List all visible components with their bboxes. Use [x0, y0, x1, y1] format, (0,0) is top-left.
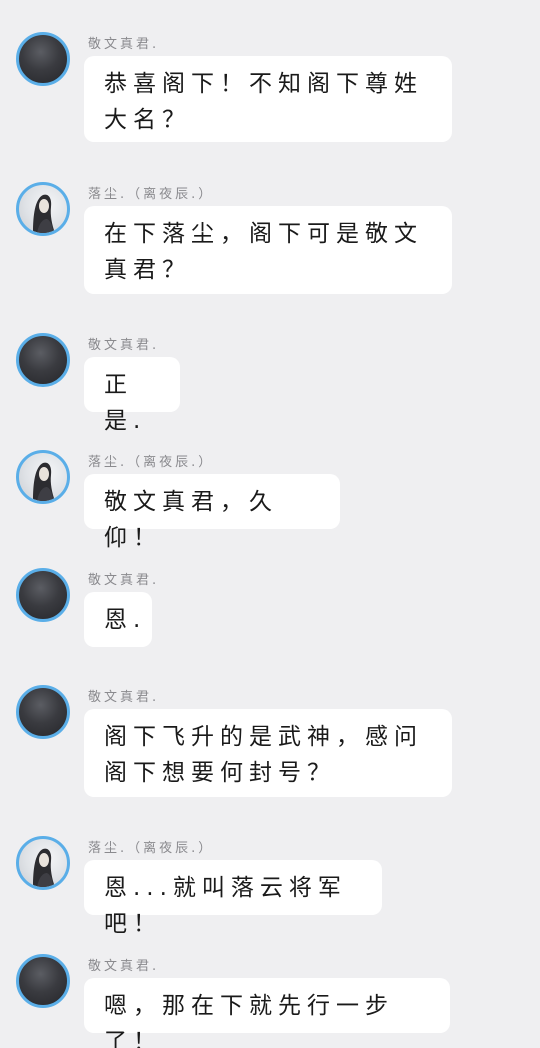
portrait-icon — [33, 462, 55, 501]
avatar[interactable] — [16, 685, 70, 739]
avatar[interactable] — [16, 32, 70, 86]
sender-name: 敬文真君. — [88, 37, 160, 52]
message-bubble[interactable]: 在下落尘，阁下可是敬文真君？ — [84, 206, 452, 294]
sender-name: 敬文真君. — [88, 338, 160, 353]
message-bubble[interactable]: 恩. — [84, 592, 152, 647]
sender-name: 敬文真君. — [88, 573, 160, 588]
message-bubble[interactable]: 恩...就叫落云将军吧！ — [84, 860, 382, 937]
message-bubble[interactable]: 正是. — [84, 357, 180, 434]
sender-name: 落尘.（离夜辰.） — [88, 455, 215, 470]
sender-name: 敬文真君. — [88, 959, 160, 974]
chat-window: 敬文真君. 恭喜阁下！不知阁下尊姓大名？ 落尘.（离夜辰.） 在下落尘，阁下可是… — [0, 0, 540, 1048]
portrait-icon — [33, 848, 55, 887]
avatar[interactable] — [16, 954, 70, 1008]
message-bubble[interactable]: 敬文真君，久仰！ — [84, 474, 340, 551]
message-bubble[interactable]: 阁下飞升的是武神，感问阁下想要何封号？ — [84, 709, 452, 797]
avatar[interactable] — [16, 568, 70, 622]
message-bubble[interactable]: 嗯，那在下就先行一步了！ — [84, 978, 450, 1048]
sender-name: 落尘.（离夜辰.） — [88, 187, 215, 202]
sender-name: 敬文真君. — [88, 690, 160, 705]
portrait-icon — [33, 194, 55, 233]
avatar[interactable] — [16, 182, 70, 236]
avatar[interactable] — [16, 836, 70, 890]
avatar[interactable] — [16, 333, 70, 387]
message-bubble[interactable]: 恭喜阁下！不知阁下尊姓大名？ — [84, 56, 452, 142]
sender-name: 落尘.（离夜辰.） — [88, 841, 215, 856]
avatar[interactable] — [16, 450, 70, 504]
